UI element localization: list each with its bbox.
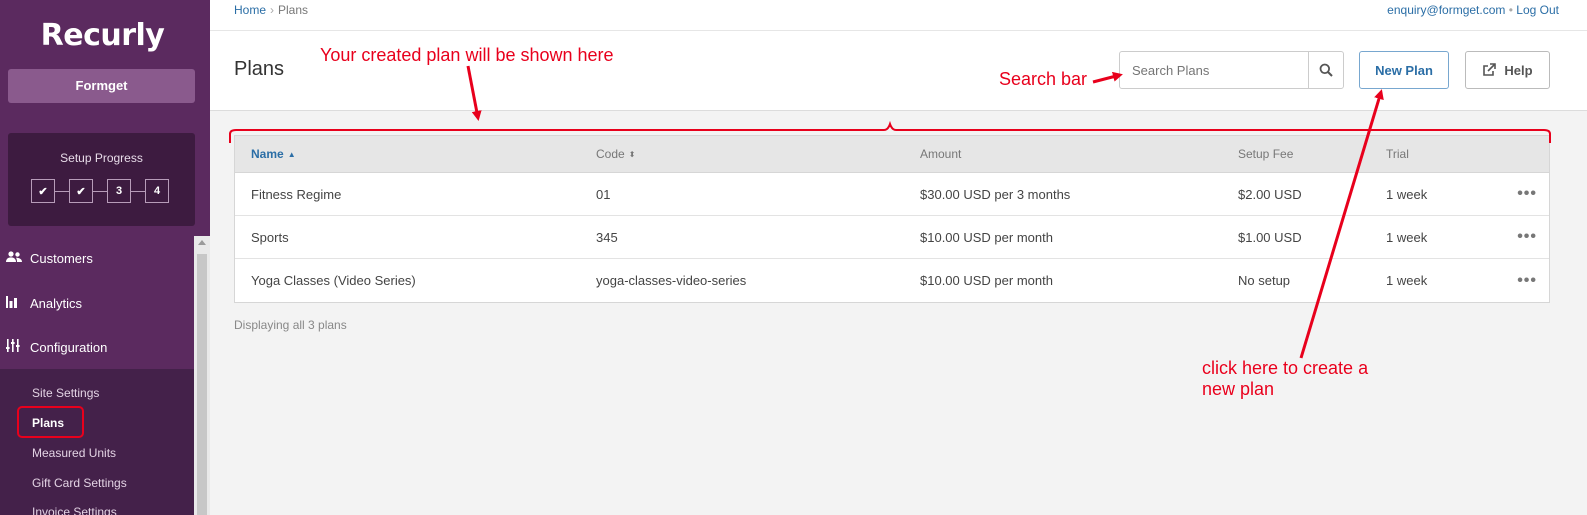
help-button[interactable]: Help xyxy=(1465,51,1550,89)
external-link-icon xyxy=(1483,63,1497,76)
table-row[interactable]: Sports 345 $10.00 USD per month $1.00 US… xyxy=(235,216,1549,259)
search-icon xyxy=(1319,63,1333,77)
subnav-site-settings[interactable]: Site Settings xyxy=(32,386,99,400)
logout-link[interactable]: Log Out xyxy=(1516,3,1559,17)
plan-amount: $10.00 USD per month xyxy=(920,229,1053,245)
plan-setup-fee: $1.00 USD xyxy=(1238,229,1302,245)
plan-code: yoga-classes-video-series xyxy=(596,273,747,288)
plan-setup-fee: $2.00 USD xyxy=(1238,186,1302,202)
breadcrumb-home[interactable]: Home xyxy=(234,3,266,17)
plan-code: 01 xyxy=(596,186,611,202)
plan-trial: 1 week xyxy=(1386,273,1428,288)
plan-amount: $30.00 USD per 3 months xyxy=(920,186,1071,202)
plan-name[interactable]: Fitness Regime xyxy=(251,173,341,215)
help-label: Help xyxy=(1504,62,1533,78)
subnav-measured-units[interactable]: Measured Units xyxy=(32,446,116,460)
row-actions-menu-icon[interactable]: ••• xyxy=(1517,259,1537,302)
user-links-separator: • xyxy=(1508,3,1513,17)
column-trial-header: Trial xyxy=(1386,147,1409,161)
search-bar-annotation: Search bar xyxy=(999,69,1088,89)
site-switcher-button[interactable]: Formget xyxy=(8,69,195,103)
new-plan-button[interactable]: New Plan xyxy=(1359,51,1449,89)
header-divider xyxy=(210,30,1587,31)
step-2-check[interactable]: ✔ xyxy=(69,179,93,203)
plans-count-text: Displaying all 3 plans xyxy=(234,318,347,332)
step-connector xyxy=(55,190,69,192)
sidebar-scrollbar[interactable] xyxy=(194,236,210,515)
subnav-invoice-settings[interactable]: Invoice Settings xyxy=(32,505,117,515)
column-amount-header: Amount xyxy=(920,147,962,161)
column-name-label: Name xyxy=(251,147,284,161)
plan-setup-fee: No setup xyxy=(1238,273,1291,288)
sidebar: Recurly Formget Setup Progress ✔ ✔ 3 4 C… xyxy=(0,0,210,515)
step-connector xyxy=(93,190,107,192)
breadcrumb: Home › Plans xyxy=(234,3,308,17)
new-plan-annotation-line1: click here to create a xyxy=(1202,358,1369,378)
created-plan-annotation: Your created plan will be shown here xyxy=(320,45,614,65)
recurly-logo[interactable]: Recurly xyxy=(0,18,205,53)
sort-asc-icon: ▲ xyxy=(287,149,296,159)
setup-steps: ✔ ✔ 3 4 xyxy=(31,179,169,203)
column-code-label: Code xyxy=(596,147,625,161)
new-plan-annotation-line2: new plan xyxy=(1202,379,1275,399)
nav-customers-label: Customers xyxy=(30,250,93,266)
step-3[interactable]: 3 xyxy=(107,179,131,203)
table-row[interactable]: Fitness Regime 01 $30.00 USD per 3 month… xyxy=(235,173,1549,216)
scroll-thumb[interactable] xyxy=(197,254,207,515)
subnav-gift-card-settings[interactable]: Gift Card Settings xyxy=(32,476,127,490)
step-1-check[interactable]: ✔ xyxy=(31,179,55,203)
column-code-header[interactable]: Code ⬍ xyxy=(596,136,635,172)
page-title: Plans xyxy=(234,58,285,80)
plan-name[interactable]: Sports xyxy=(251,216,289,258)
plan-code: 345 xyxy=(596,229,618,245)
nav-configuration[interactable]: Configuration xyxy=(0,325,194,369)
sort-both-icon: ⬍ xyxy=(628,149,636,159)
breadcrumb-separator: › xyxy=(270,3,275,17)
step-connector xyxy=(131,190,145,192)
step-4[interactable]: 4 xyxy=(145,179,169,203)
column-name-header[interactable]: Name ▲ xyxy=(251,136,296,172)
column-setup-fee-header: Setup Fee xyxy=(1238,147,1294,161)
plan-trial: 1 week xyxy=(1386,186,1428,202)
table-header: Name ▲ Code ⬍ Amount Setup Fee Trial xyxy=(235,136,1549,173)
row-actions-menu-icon[interactable]: ••• xyxy=(1517,173,1537,215)
plan-name[interactable]: Yoga Classes (Video Series) xyxy=(251,259,416,302)
users-icon xyxy=(6,250,30,266)
scroll-up-arrow-icon[interactable] xyxy=(198,240,206,245)
breadcrumb-current: Plans xyxy=(278,3,309,17)
plans-table: Name ▲ Code ⬍ Amount Setup Fee Trial Fitne… xyxy=(234,135,1550,303)
search-button[interactable] xyxy=(1308,52,1343,88)
plan-amount: $10.00 USD per month xyxy=(920,273,1053,288)
table-row[interactable]: Yoga Classes (Video Series) yoga-classes… xyxy=(235,259,1549,302)
plan-trial: 1 week xyxy=(1386,229,1428,245)
sliders-icon xyxy=(6,339,30,355)
setup-progress-panel[interactable]: Setup Progress ✔ ✔ 3 4 xyxy=(8,133,195,226)
plans-annotation-box xyxy=(17,406,84,438)
user-links: enquiry@formget.com • Log Out xyxy=(1387,3,1559,17)
search-box xyxy=(1119,51,1344,89)
nav-analytics[interactable]: Analytics xyxy=(0,281,194,325)
nav-customers[interactable]: Customers xyxy=(0,236,194,280)
setup-progress-title: Setup Progress xyxy=(60,151,143,165)
account-email-link[interactable]: enquiry@formget.com xyxy=(1387,3,1505,17)
nav-analytics-label: Analytics xyxy=(30,295,83,311)
bar-chart-icon xyxy=(6,295,30,311)
row-actions-menu-icon[interactable]: ••• xyxy=(1517,216,1537,258)
search-input[interactable] xyxy=(1120,52,1308,88)
nav-configuration-label: Configuration xyxy=(30,339,108,355)
